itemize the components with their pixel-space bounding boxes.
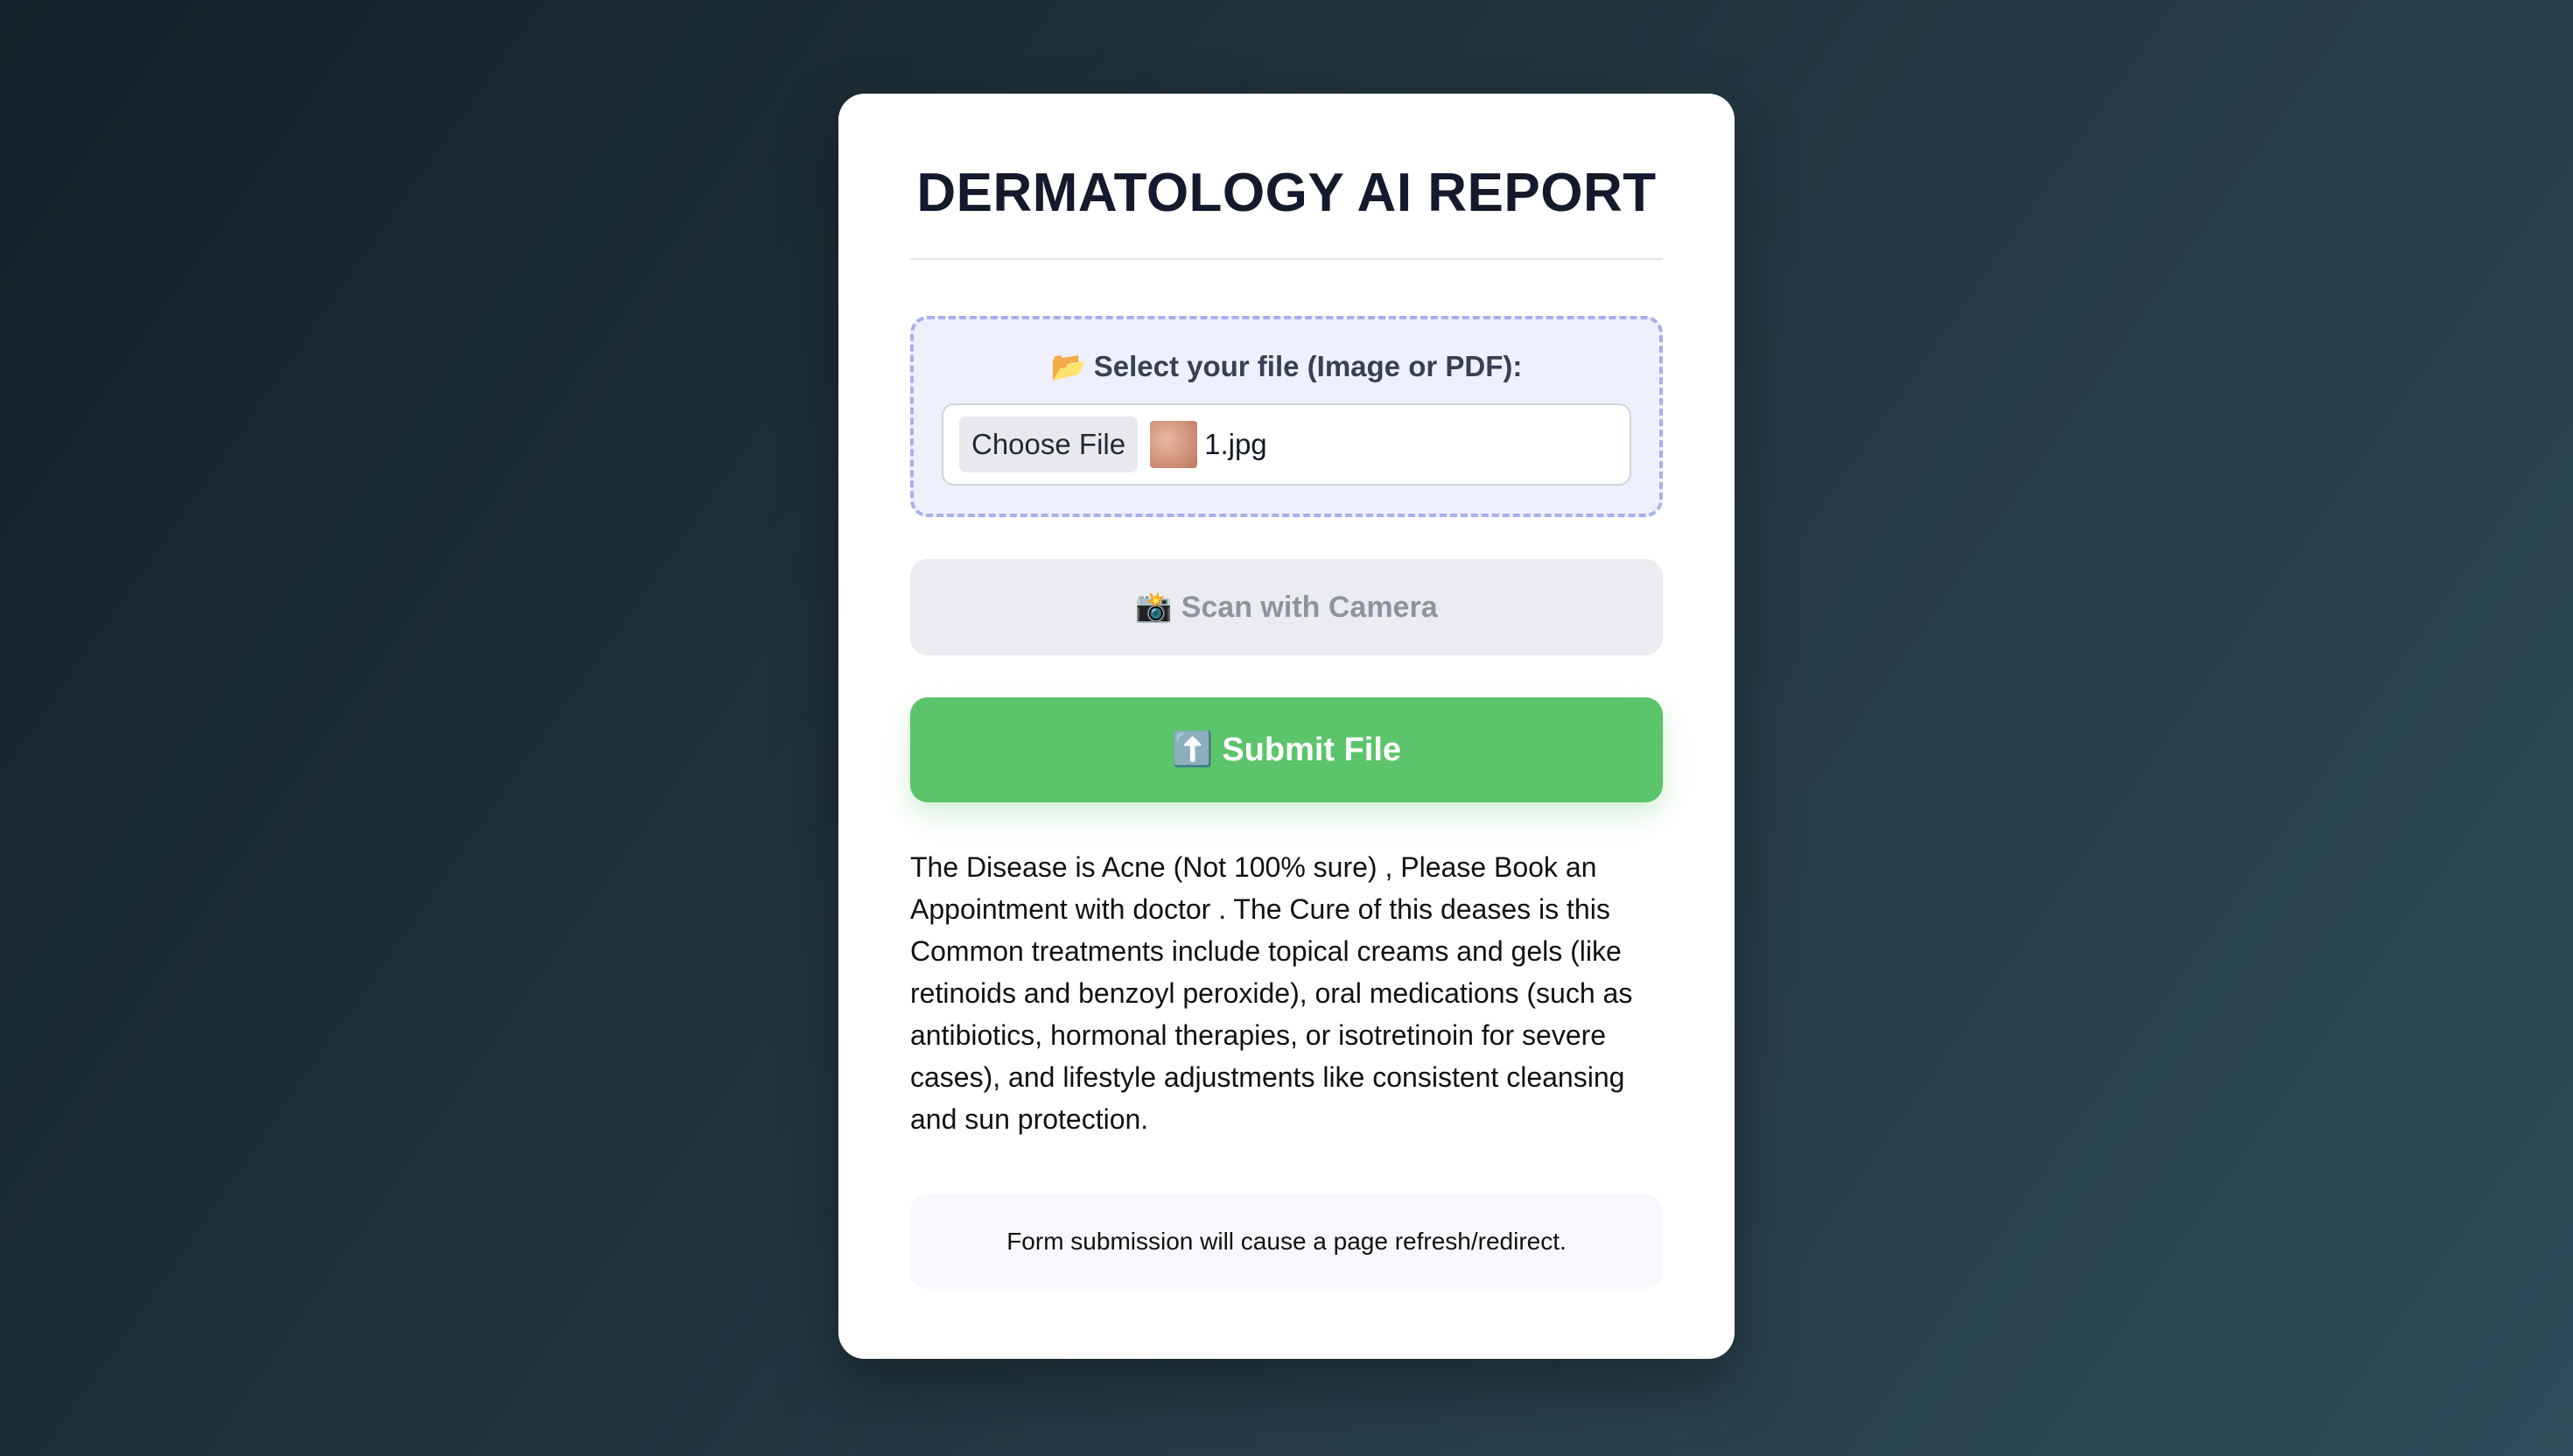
file-upload-area[interactable]: 📂 Select your file (Image or PDF): Choose… — [910, 316, 1663, 517]
upload-label: Select your file (Image or PDF): — [1093, 350, 1523, 382]
open-folder-icon: 📂 — [1050, 350, 1087, 382]
submit-file-label: Submit File — [1222, 731, 1402, 768]
page-title: DERMATOLOGY AI REPORT — [916, 163, 1657, 223]
up-arrow-icon: ⬆️ — [1171, 732, 1214, 768]
diagnosis-result-text: The Disease is Acne (Not 100% sure) , Pl… — [910, 851, 1633, 1135]
scan-camera-button[interactable]: 📸 Scan with Camera — [910, 559, 1663, 655]
divider — [910, 258, 1663, 260]
camera-flash-icon: 📸 — [1135, 591, 1173, 624]
selected-file-name: 1.jpg — [1204, 428, 1267, 460]
submission-note-text: Form submission will cause a page refres… — [1006, 1228, 1567, 1255]
upload-label-row: 📂 Select your file (Image or PDF): — [942, 347, 1631, 386]
submit-file-button[interactable]: ⬆️ Submit File — [910, 697, 1663, 802]
choose-file-button[interactable]: Choose File — [959, 416, 1139, 472]
file-thumbnail — [1150, 421, 1198, 468]
scan-camera-label: Scan with Camera — [1181, 590, 1438, 624]
report-card: DERMATOLOGY AI REPORT 📂 Select your file … — [838, 94, 1735, 1359]
file-input[interactable]: Choose File 1.jpg — [942, 403, 1631, 486]
submission-note: Form submission will cause a page refres… — [910, 1194, 1663, 1289]
